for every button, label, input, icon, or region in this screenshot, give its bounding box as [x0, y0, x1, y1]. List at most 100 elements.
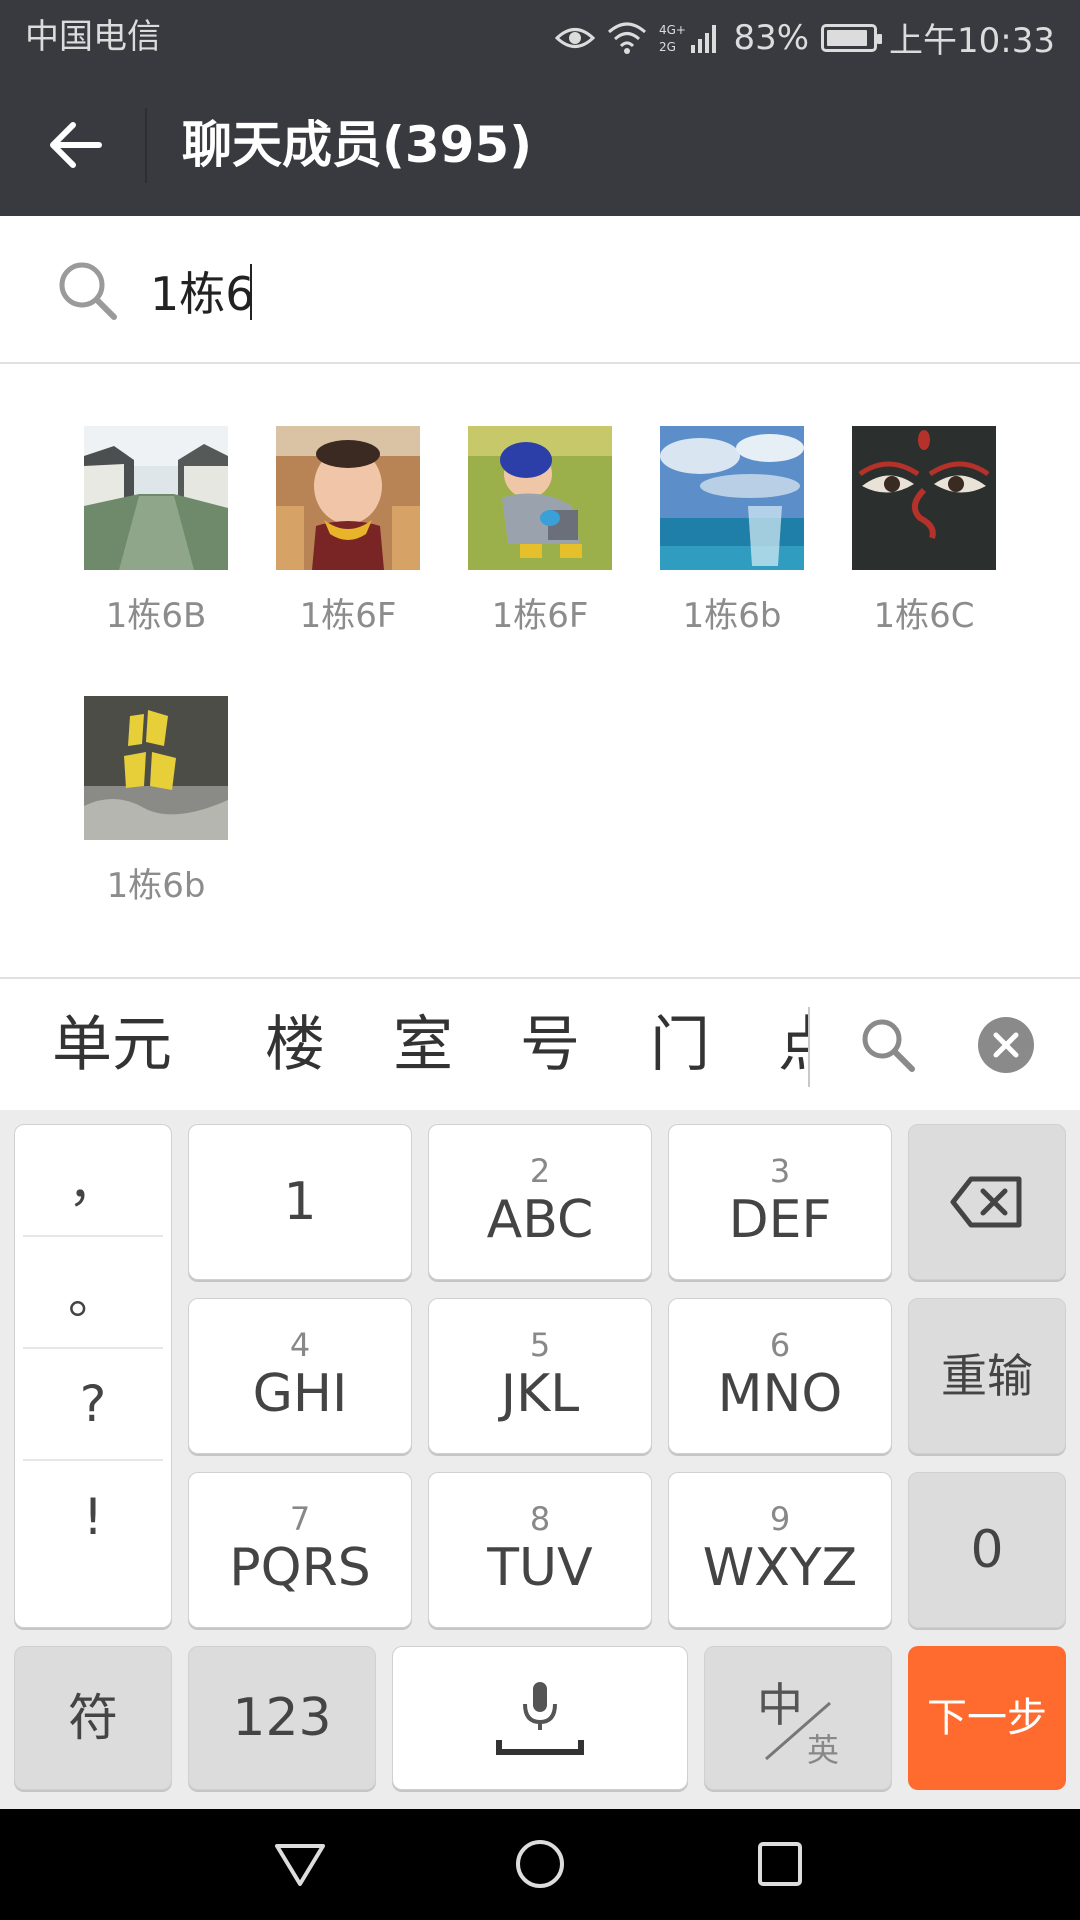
- circle-home-icon: [516, 1840, 564, 1888]
- key-label: DEF: [728, 1190, 832, 1250]
- search-icon: [59, 262, 117, 320]
- backspace-icon: [950, 1176, 1022, 1228]
- member-item[interactable]: 1栋6b: [660, 426, 804, 637]
- candidate-divider: [808, 1007, 810, 1087]
- member-item[interactable]: 1栋6b: [84, 696, 228, 907]
- nav-back-button[interactable]: [255, 1829, 345, 1899]
- candidate-word[interactable]: 楼: [265, 979, 325, 1109]
- candidate-word[interactable]: 号: [520, 979, 580, 1109]
- candidate-word[interactable]: 门: [650, 979, 710, 1109]
- member-name: 1栋6B: [105, 596, 207, 636]
- key-number: 5: [529, 1326, 551, 1364]
- backspace-button[interactable]: [908, 1124, 1066, 1280]
- key-label: MNO: [717, 1364, 843, 1424]
- status-icons: 4G+ 2G 83% 上午10:33: [555, 0, 1055, 75]
- candidate-word[interactable]: 单元: [52, 979, 172, 1109]
- triangle-back-icon: [275, 1844, 325, 1886]
- member-avatar: [852, 426, 996, 570]
- key-tuv[interactable]: 8 TUV: [428, 1472, 652, 1628]
- key-label: GHI: [252, 1364, 348, 1424]
- svg-text:4G+: 4G+: [659, 23, 686, 37]
- key-number: 3: [769, 1152, 791, 1190]
- text-caret: [250, 264, 252, 320]
- nav-home-button[interactable]: [495, 1829, 585, 1899]
- member-item[interactable]: 1栋6B: [84, 426, 228, 637]
- title-bar: 聊天成员(395): [0, 75, 1080, 216]
- member-name: 1栋6F: [299, 596, 397, 636]
- member-avatar: [468, 426, 612, 570]
- key-jkl[interactable]: 5 JKL: [428, 1298, 652, 1454]
- wifi-icon: [608, 22, 647, 54]
- search-bar: [0, 216, 1080, 364]
- member-avatar: [276, 426, 420, 570]
- cellular-signal-icon: 4G+ 2G: [659, 23, 717, 54]
- lang-main-label: 中: [757, 1678, 803, 1732]
- key-label: PQRS: [229, 1538, 371, 1598]
- candidate-list: 单元 楼 室 号 门 点: [0, 979, 808, 1109]
- search-input[interactable]: [150, 256, 1030, 326]
- member-item[interactable]: 1栋6F: [468, 426, 612, 637]
- punct-comma-key[interactable]: ，: [23, 1125, 163, 1237]
- battery-fill: [827, 29, 868, 46]
- title-divider: [145, 108, 147, 183]
- symbols-button[interactable]: 符: [14, 1646, 172, 1790]
- key-wxyz[interactable]: 9 WXYZ: [668, 1472, 892, 1628]
- back-arrow-icon: [50, 122, 102, 168]
- key-ghi[interactable]: 4 GHI: [188, 1298, 412, 1454]
- punct-exclaim-key[interactable]: !: [23, 1461, 163, 1573]
- key-number: 9: [769, 1500, 791, 1538]
- member-results: 1栋6B 1栋6F 1栋6F 1栋6b 1栋6C 1栋6b: [0, 366, 1080, 976]
- punct-period-key[interactable]: 。: [23, 1237, 163, 1349]
- member-name: 1栋6C: [873, 596, 975, 636]
- carrier-name: 中国电信: [25, 17, 161, 57]
- key-label: WXYZ: [702, 1538, 858, 1598]
- status-bar: 中国电信 4G+ 2G 83% 上午10:33: [0, 0, 1080, 75]
- nav-recents-button[interactable]: [735, 1829, 825, 1899]
- ime-candidate-bar: 单元 楼 室 号 门 点: [0, 977, 1080, 1109]
- member-avatar: [84, 696, 228, 840]
- key-label: 1: [283, 1172, 317, 1232]
- back-button[interactable]: [40, 110, 110, 180]
- battery-percent: 83%: [733, 17, 810, 58]
- key-label: 符: [68, 1689, 118, 1747]
- close-icon[interactable]: [978, 1017, 1034, 1073]
- key-label: JKL: [500, 1364, 580, 1424]
- battery-icon: [821, 23, 883, 52]
- key-number: 8: [529, 1500, 551, 1538]
- candidate-word[interactable]: 室: [393, 979, 453, 1109]
- numbers-button[interactable]: 123: [188, 1646, 376, 1790]
- page-title: 聊天成员(395): [182, 116, 533, 174]
- key-1[interactable]: 1: [188, 1124, 412, 1280]
- space-voice-button[interactable]: [392, 1646, 688, 1790]
- reset-button[interactable]: 重输: [908, 1298, 1066, 1454]
- key-number: 4: [289, 1326, 311, 1364]
- svg-text:2G: 2G: [659, 40, 676, 54]
- key-number: 7: [289, 1500, 311, 1538]
- key-label: ABC: [486, 1190, 594, 1250]
- member-name: 1栋6b: [106, 866, 206, 906]
- member-avatar: [84, 426, 228, 570]
- key-pqrs[interactable]: 7 PQRS: [188, 1472, 412, 1628]
- key-0[interactable]: 0: [908, 1472, 1066, 1628]
- key-label: 0: [970, 1520, 1004, 1580]
- member-avatar: [660, 426, 804, 570]
- lang-sub-label: 英: [807, 1731, 840, 1769]
- key-number: 2: [529, 1152, 551, 1190]
- candidate-word[interactable]: 点: [778, 979, 808, 1109]
- ime-search-icon[interactable]: [858, 1015, 918, 1075]
- punctuation-column: ， 。 ? !: [14, 1124, 172, 1628]
- key-abc[interactable]: 2 ABC: [428, 1124, 652, 1280]
- system-nav-bar: [0, 1809, 1080, 1920]
- key-label: 下一步: [927, 1695, 1047, 1741]
- key-label: TUV: [487, 1538, 593, 1598]
- punct-question-key[interactable]: ?: [23, 1349, 163, 1461]
- member-item[interactable]: 1栋6C: [852, 426, 996, 637]
- key-def[interactable]: 3 DEF: [668, 1124, 892, 1280]
- next-button[interactable]: 下一步: [908, 1646, 1066, 1790]
- member-item[interactable]: 1栋6F: [276, 426, 420, 637]
- key-mno[interactable]: 6 MNO: [668, 1298, 892, 1454]
- key-label: 重输: [941, 1349, 1033, 1403]
- language-toggle-button[interactable]: 中 英: [704, 1646, 892, 1790]
- key-number: 6: [769, 1326, 791, 1364]
- member-name: 1栋6b: [682, 596, 782, 636]
